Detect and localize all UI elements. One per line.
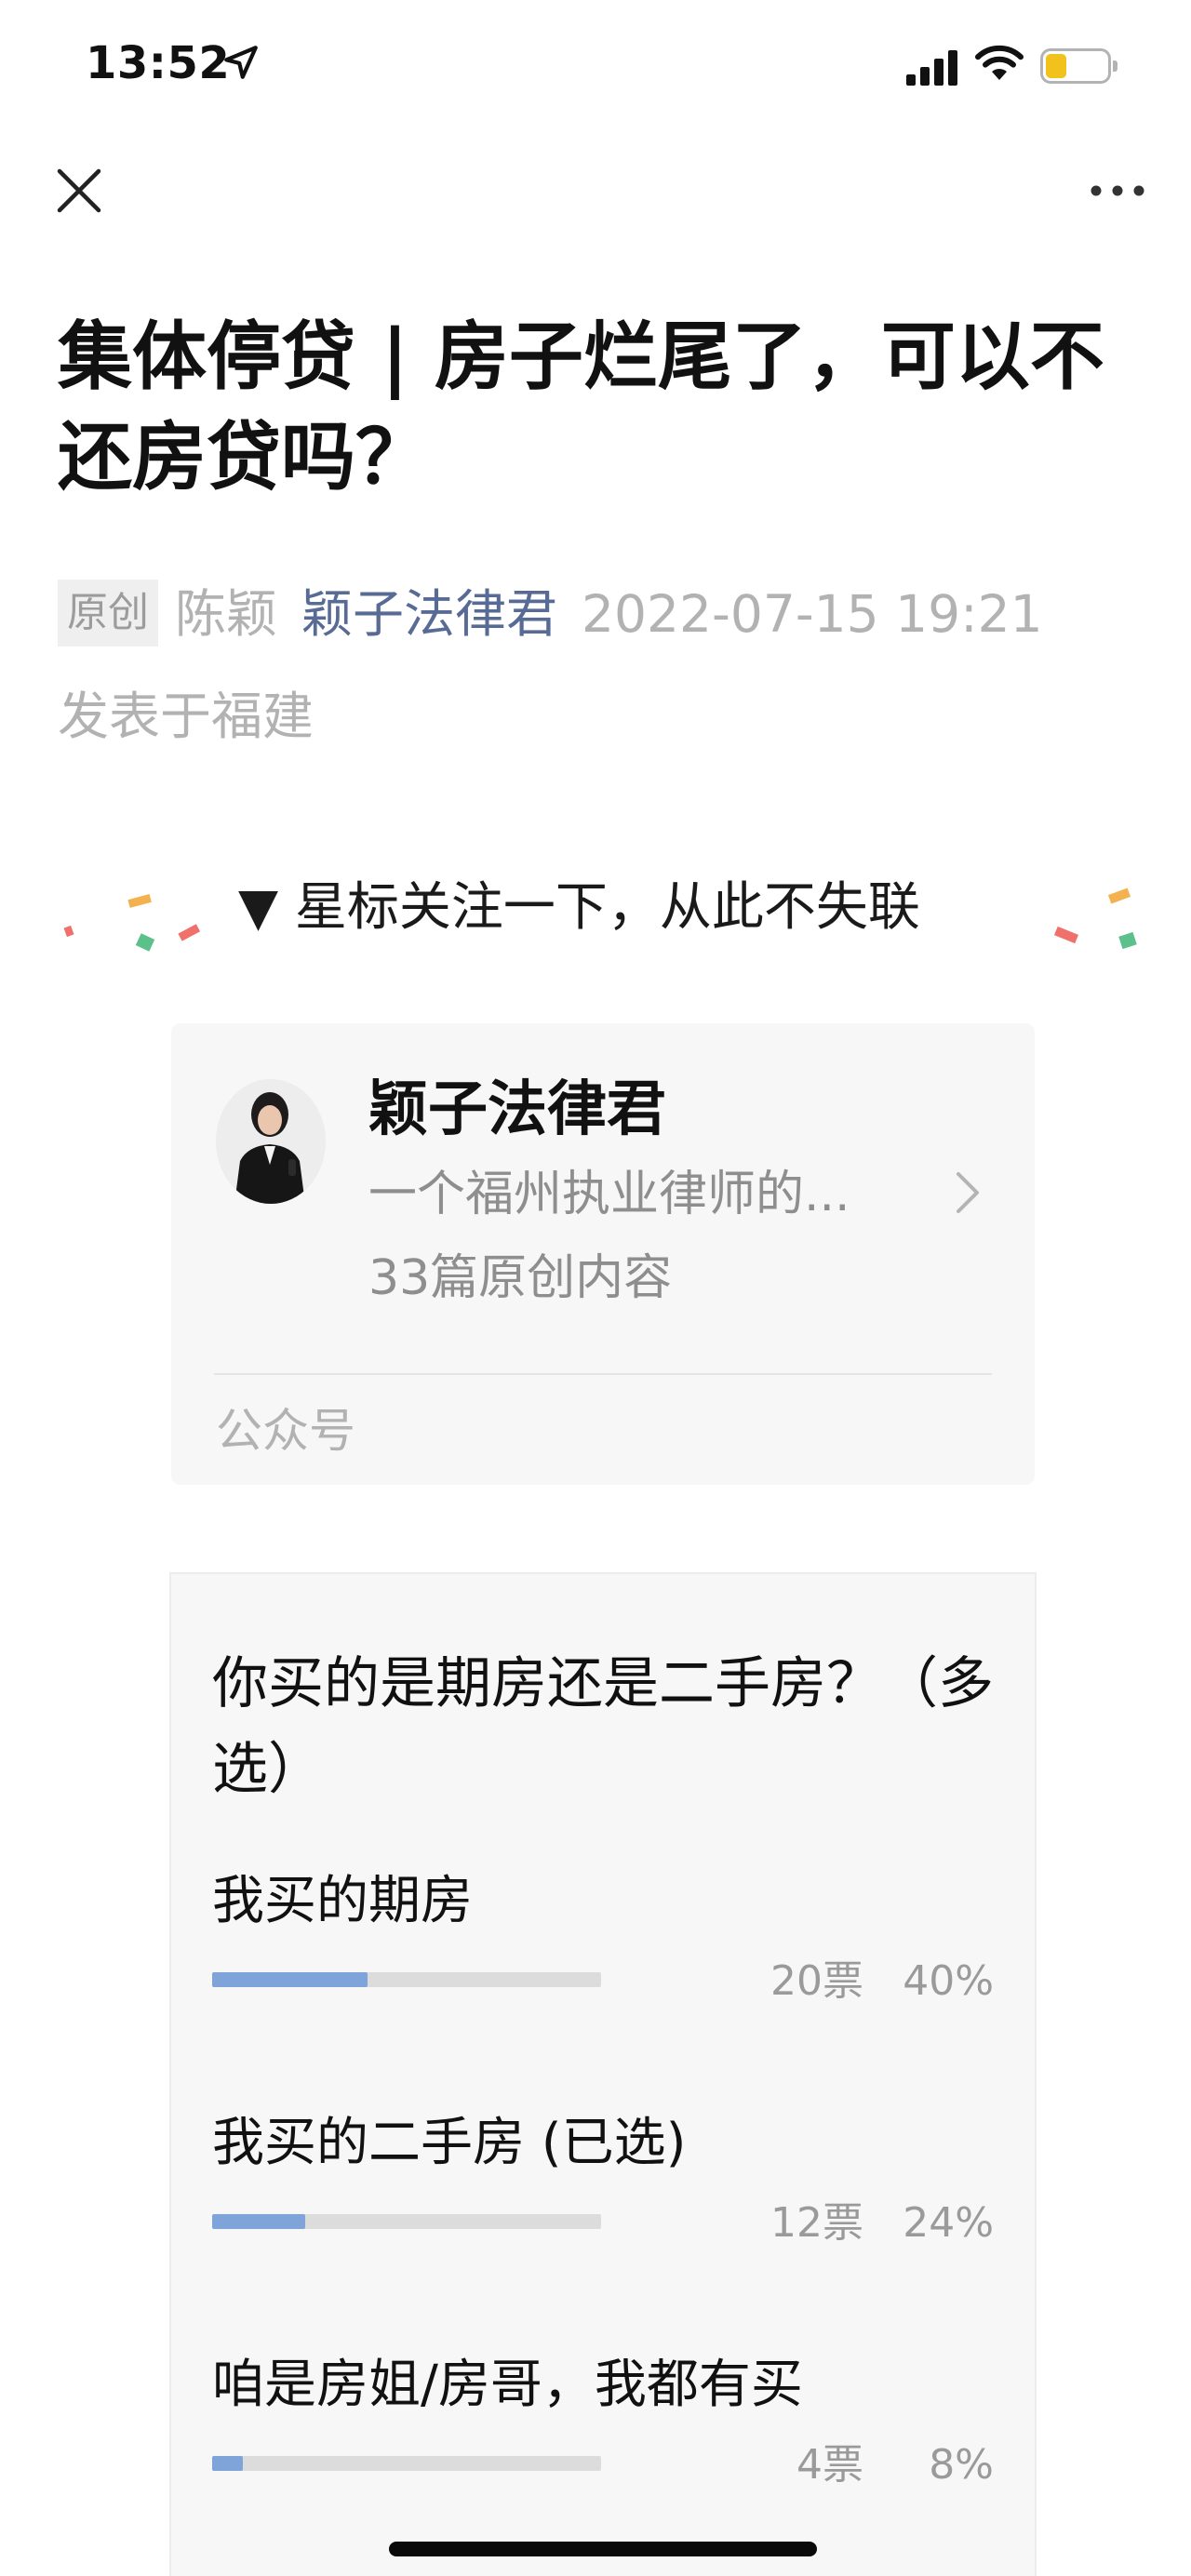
original-count: 33篇原创内容	[368, 1250, 673, 1306]
account-description: 一个福州执业律师的...	[368, 1167, 850, 1222]
account-type-label: 公众号	[216, 1404, 355, 1458]
publish-datetime: 2022-07-15 19:21	[582, 584, 1043, 644]
vote-option[interactable]: 我买的期房 20票 40%	[212, 1864, 1012, 2050]
star-follow-text: ▼ 星标关注一下，从此不失联	[238, 877, 920, 938]
vote-count: 4票	[796, 2441, 863, 2489]
article-meta: 原创 陈颖 颖子法律君 2022-07-15 19:21 发表于福建	[58, 563, 1137, 767]
status-time: 13:52	[86, 37, 231, 89]
vote-option-label: 我买的二手房 (已选)	[212, 2113, 687, 2173]
vote-option[interactable]: 咱是房姐/房哥，我都有买 4票 8%	[212, 2348, 1012, 2534]
vote-progress-fill	[212, 2456, 244, 2471]
confetti-right-icon	[1054, 888, 1137, 950]
location-arrow-icon	[224, 46, 258, 79]
vote-option-label: 咱是房姐/房哥，我都有买	[212, 2355, 803, 2415]
star-follow-banner: ▼ 星标关注一下，从此不失联	[0, 856, 1191, 958]
status-bar: 13:52	[0, 0, 1191, 140]
vote-progress-track	[212, 1972, 601, 1987]
card-divider	[214, 1373, 992, 1375]
vote-progress-fill	[212, 1972, 368, 1987]
confetti-left-icon	[63, 894, 201, 952]
vote-option-label: 我买的期房	[212, 1871, 473, 1931]
vote-count: 12票	[770, 2199, 863, 2247]
vote-progress-fill	[212, 2214, 306, 2229]
more-options-button[interactable]	[1085, 167, 1150, 214]
account-name: 颖子法律君	[368, 1075, 666, 1144]
vote-percentage: 24%	[903, 2199, 994, 2247]
vote-percentage: 40%	[903, 1957, 994, 2005]
battery-icon	[1040, 48, 1118, 84]
vote-option[interactable]: 我买的二手房 (已选) 12票 24%	[212, 2106, 1012, 2292]
home-indicator[interactable]	[389, 2542, 817, 2556]
cellular-signal-icon	[906, 48, 958, 86]
vote-progress-track	[212, 2214, 601, 2229]
close-button[interactable]	[48, 160, 110, 221]
article-title: 集体停贷 | 房子烂尾了，可以不还房贷吗？	[58, 314, 1104, 501]
author-name: 陈颖	[175, 584, 278, 644]
vote-question: 你买的是期房还是二手房？（多选）	[212, 1651, 994, 1802]
more-icon	[1091, 185, 1144, 196]
account-link[interactable]: 颖子法律君	[301, 584, 557, 644]
vote-percentage: 8%	[929, 2441, 994, 2489]
vote-card: 你买的是期房还是二手房？（多选） 我买的期房 20票 40% 我买的二手房 (已选) 1…	[169, 1572, 1037, 2576]
account-avatar	[216, 1079, 326, 1204]
publish-location: 发表于福建	[58, 687, 314, 746]
close-icon	[57, 168, 101, 213]
vote-progress-track	[212, 2456, 601, 2471]
account-profile-card[interactable]: 颖子法律君 一个福州执业律师的... 33篇原创内容 公众号	[171, 1023, 1035, 1485]
vote-count: 20票	[770, 1957, 863, 2005]
article-page: 13:52 集体停贷 | 房子烂尾了，可以不还房贷吗？ 原创 陈颖 颖子法律君 …	[0, 0, 1191, 2576]
wifi-icon	[975, 45, 1024, 80]
original-tag: 原创	[58, 580, 158, 647]
chevron-right-icon	[957, 1172, 979, 1213]
